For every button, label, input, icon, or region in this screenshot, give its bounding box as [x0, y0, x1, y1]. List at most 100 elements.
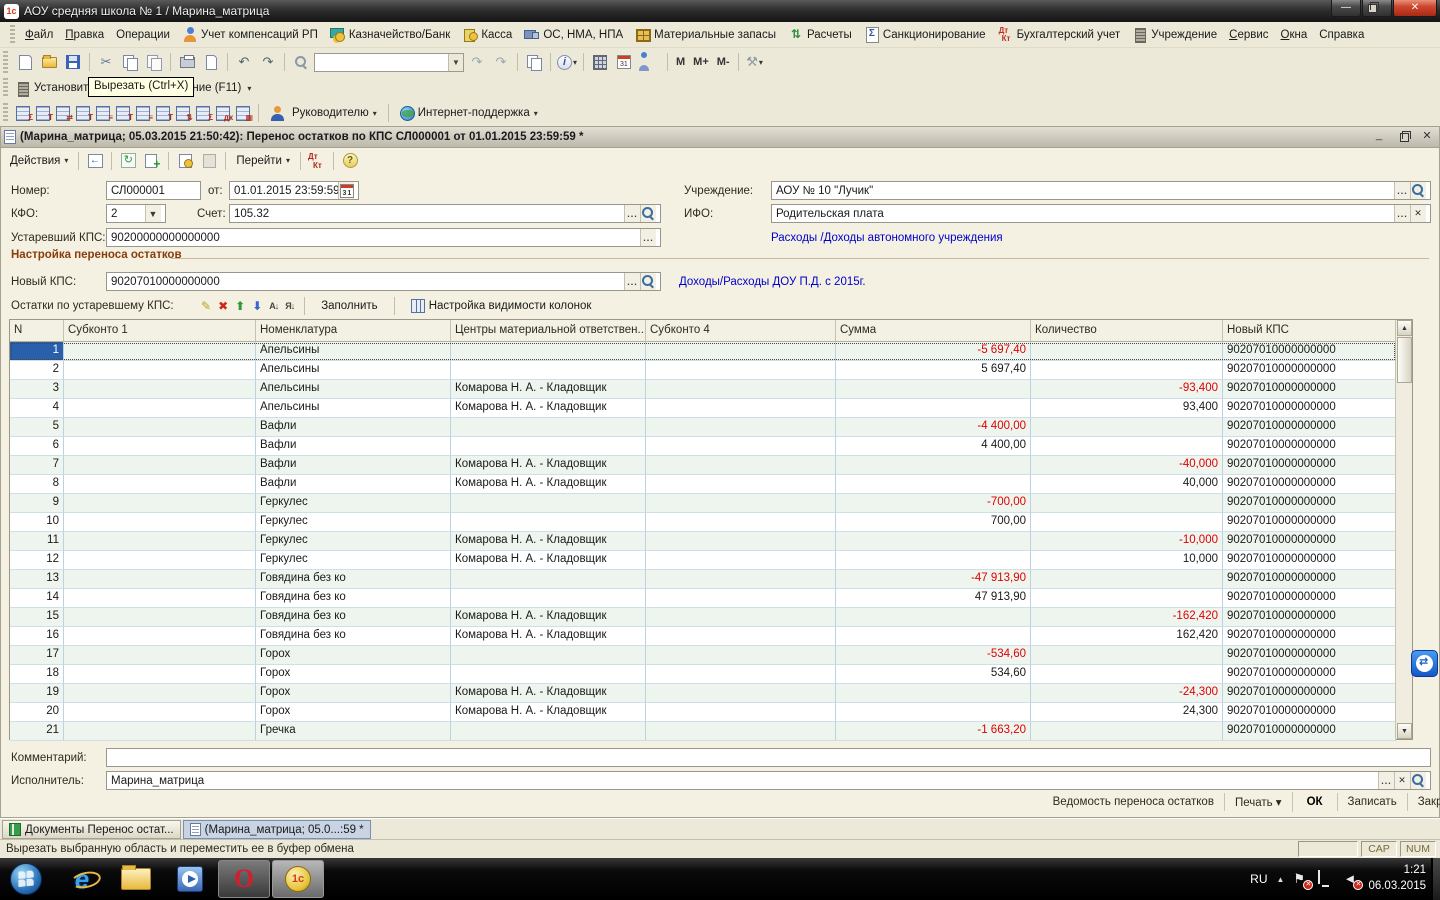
search-icon[interactable] — [290, 51, 312, 73]
schet-search-icon[interactable] — [640, 205, 656, 222]
report-icon-5[interactable] — [95, 105, 112, 121]
volume-icon[interactable]: ◄✕ — [1343, 871, 1359, 887]
table-cell[interactable]: Говядина без ко — [256, 627, 451, 646]
table-cell[interactable] — [64, 418, 256, 437]
ok-button[interactable]: ОК — [1293, 793, 1338, 811]
table-cell[interactable] — [836, 475, 1031, 494]
table-cell[interactable]: 8 — [10, 475, 64, 494]
report-icon-10[interactable] — [195, 105, 212, 121]
table-cell[interactable]: 90207010000000000 — [1223, 684, 1396, 703]
table-cell[interactable]: Комарова Н. А. - Кладовщик — [451, 551, 646, 570]
network-icon[interactable] — [1318, 871, 1334, 887]
table-header[interactable]: NСубконто 1НоменклатураЦентры материальн… — [10, 320, 1396, 342]
table-cell[interactable] — [646, 665, 836, 684]
menu-item[interactable]: Материальные запасы — [629, 25, 782, 44]
paste-icon[interactable] — [143, 51, 165, 73]
table-cell[interactable] — [646, 342, 836, 361]
table-cell[interactable]: 21 — [10, 722, 64, 741]
table-cell[interactable] — [646, 551, 836, 570]
uchr-search-icon[interactable] — [1410, 182, 1426, 199]
edit-row-icon[interactable]: ✎ — [201, 299, 211, 313]
refresh-icon[interactable]: ↻ — [117, 150, 139, 172]
table-cell[interactable]: Вафли — [256, 437, 451, 456]
table-row[interactable]: 20ГорохКомарова Н. А. - Кладовщик24,3009… — [10, 703, 1396, 722]
table-cell[interactable]: -1 663,20 — [836, 722, 1031, 741]
table-cell[interactable]: 16 — [10, 627, 64, 646]
copy-add-icon[interactable] — [141, 150, 163, 172]
table-row[interactable]: 19ГорохКомарова Н. А. - Кладовщик-24,300… — [10, 684, 1396, 703]
clock[interactable]: 1:2106.03.2015 — [1368, 863, 1426, 894]
table-cell[interactable]: 90207010000000000 — [1223, 665, 1396, 684]
table-cell[interactable]: Вафли — [256, 418, 451, 437]
table-cell[interactable]: 90207010000000000 — [1223, 532, 1396, 551]
comment-field[interactable] — [106, 748, 1431, 767]
menu-item[interactable]: Казначейство/Банк — [324, 25, 456, 44]
table-cell[interactable]: Комарова Н. А. - Кладовщик — [451, 456, 646, 475]
fill-button[interactable]: Заполнить — [315, 299, 383, 313]
windows-icon[interactable] — [523, 51, 545, 73]
report-icon-1[interactable] — [15, 105, 32, 121]
menu-item[interactable]: Касса — [456, 25, 518, 44]
menu-item[interactable]: Учет компенсаций РП — [176, 25, 324, 44]
table-cell[interactable] — [836, 551, 1031, 570]
table-cell[interactable]: -40,000 — [1031, 456, 1223, 475]
table-row[interactable]: 6Вафли4 400,0090207010000000000 — [10, 437, 1396, 456]
info-icon[interactable]: i▾ — [556, 51, 578, 73]
table-cell[interactable]: Геркулес — [256, 551, 451, 570]
table-cell[interactable] — [64, 399, 256, 418]
table-row[interactable]: 9Геркулес-700,0090207010000000000 — [10, 494, 1396, 513]
taskbar-1c-icon[interactable]: 1с — [272, 860, 324, 898]
table-row[interactable]: 2Апельсины5 697,4090207010000000000 — [10, 361, 1396, 380]
tray-expand-icon[interactable]: ▲ — [1277, 875, 1285, 884]
table-cell[interactable] — [64, 494, 256, 513]
table-row[interactable]: 15Говядина без коКомарова Н. А. - Кладов… — [10, 608, 1396, 627]
column-header[interactable]: Количество — [1031, 320, 1223, 342]
table-cell[interactable]: Геркулес — [256, 494, 451, 513]
table-cell[interactable] — [646, 722, 836, 741]
table-cell[interactable] — [64, 703, 256, 722]
table-cell[interactable]: 4 — [10, 399, 64, 418]
ifo-field[interactable]: Родительская плата...✕ — [771, 204, 1431, 223]
table-cell[interactable]: 90207010000000000 — [1223, 608, 1396, 627]
table-cell[interactable]: -5 697,40 — [836, 342, 1031, 361]
table-cell[interactable]: 90207010000000000 — [1223, 361, 1396, 380]
mdi-tab-current[interactable]: (Марина_матрица; 05.0...:59 * — [183, 820, 371, 839]
table-cell[interactable]: Вафли — [256, 456, 451, 475]
table-cell[interactable] — [451, 570, 646, 589]
table-row[interactable]: 3АпельсиныКомарова Н. А. - Кладовщик-93,… — [10, 380, 1396, 399]
minimize-button[interactable]: — — [1331, 0, 1361, 17]
table-cell[interactable] — [451, 665, 646, 684]
menu-item[interactable]: Окна — [1275, 27, 1314, 43]
table-cell[interactable] — [64, 532, 256, 551]
table-cell[interactable]: 534,60 — [836, 665, 1031, 684]
table-cell[interactable]: 14 — [10, 589, 64, 608]
table-cell[interactable]: Гречка — [256, 722, 451, 741]
move-up-icon[interactable]: ⬆ — [235, 299, 245, 313]
table-cell[interactable] — [1031, 361, 1223, 380]
toolbar-grip[interactable] — [3, 78, 8, 97]
teamviewer-icon[interactable] — [1411, 650, 1438, 677]
table-cell[interactable] — [1031, 665, 1223, 684]
table-cell[interactable]: 13 — [10, 570, 64, 589]
table-cell[interactable]: 90207010000000000 — [1223, 551, 1396, 570]
scroll-up-icon[interactable]: ▲ — [1397, 320, 1412, 336]
delete-row-icon[interactable]: ✖ — [218, 299, 228, 313]
executor-field[interactable]: Марина_матрица...✕ — [106, 771, 1431, 790]
table-cell[interactable] — [646, 532, 836, 551]
table-cell[interactable]: 90207010000000000 — [1223, 703, 1396, 722]
table-cell[interactable]: 10,000 — [1031, 551, 1223, 570]
column-header[interactable]: N — [10, 320, 64, 342]
table-cell[interactable] — [64, 722, 256, 741]
date-calendar-icon[interactable] — [338, 182, 354, 199]
table-cell[interactable]: 4 400,00 — [836, 437, 1031, 456]
restore-button[interactable] — [1362, 0, 1392, 17]
manager-menu[interactable]: Руководителю▾ — [265, 104, 382, 123]
table-cell[interactable] — [64, 437, 256, 456]
sort-desc-icon[interactable]: Я↓ — [285, 301, 294, 311]
date-field[interactable]: 01.01.2015 23:59:59 — [229, 181, 359, 200]
table-cell[interactable] — [646, 437, 836, 456]
table-cell[interactable] — [836, 532, 1031, 551]
table-cell[interactable] — [64, 513, 256, 532]
language-indicator[interactable]: RU — [1250, 872, 1267, 886]
table-cell[interactable]: 11 — [10, 532, 64, 551]
